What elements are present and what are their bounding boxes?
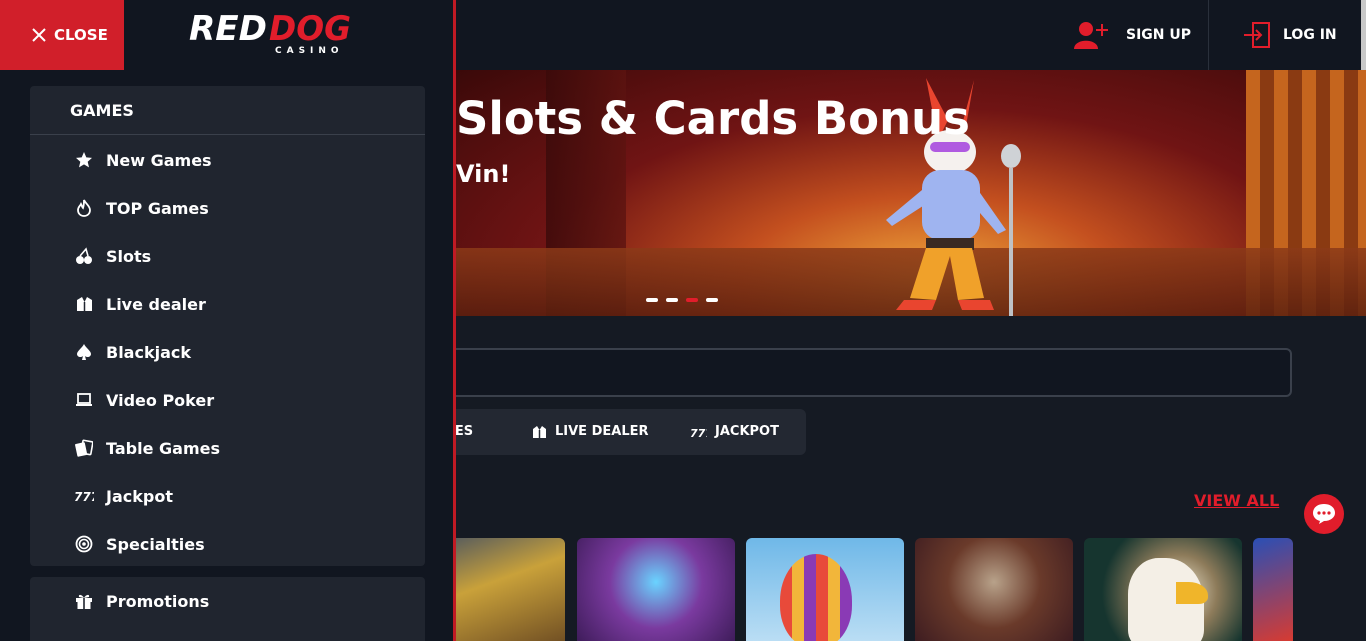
menu-item-table-games[interactable]: Table Games [30, 424, 425, 472]
close-icon [32, 28, 46, 42]
tab-live-dealer[interactable]: LIVE DEALER [532, 424, 649, 439]
target-icon [74, 534, 94, 554]
signup-button[interactable]: SIGN UP [1072, 0, 1191, 70]
spade-icon [74, 342, 94, 362]
laptop-icon [74, 390, 94, 410]
menu-item-blackjack[interactable]: Blackjack [30, 328, 425, 376]
gift-icon [74, 591, 94, 611]
side-drawer-menu: CLOSE RED DOG CASINO GAMES New Games TOP… [0, 0, 456, 641]
menu-item-label: Live dealer [106, 294, 206, 314]
menu-item-label: Slots [106, 246, 152, 266]
game-tile[interactable] [577, 538, 735, 641]
promotions-panel: Promotions [30, 577, 425, 641]
svg-text:DOG: DOG [269, 9, 351, 49]
banner-title: Slots & Cards Bonus [456, 92, 970, 145]
close-label: CLOSE [54, 26, 108, 44]
carousel-dot[interactable] [666, 298, 678, 302]
microphone-stand-illustration [1001, 144, 1021, 316]
eagle-beak [1176, 582, 1208, 604]
login-icon [1244, 22, 1270, 48]
svg-text:CASINO: CASINO [275, 46, 344, 56]
chat-bubble-icon [1313, 504, 1335, 524]
cards-icon [74, 438, 94, 458]
menu-item-promotions[interactable]: Promotions [30, 577, 425, 625]
menu-item-video-poker[interactable]: Video Poker [30, 376, 425, 424]
carousel-dots [646, 298, 718, 302]
signup-label: SIGN UP [1126, 27, 1192, 43]
tab-jackpot-label: JACKPOT [715, 424, 779, 439]
menu-item-label: TOP Games [106, 198, 209, 218]
view-all-link[interactable]: VIEW ALL [1194, 491, 1279, 510]
close-button[interactable]: CLOSE [0, 0, 124, 70]
carousel-dot[interactable] [646, 298, 658, 302]
menu-item-jackpot[interactable]: 777 Jackpot [30, 472, 425, 520]
dealer-icon [74, 294, 94, 314]
login-label: LOG IN [1283, 27, 1337, 43]
menu-item-label: Specialties [106, 534, 205, 554]
chat-button[interactable] [1304, 494, 1344, 534]
game-tile[interactable] [915, 538, 1073, 641]
svg-text:777: 777 [74, 490, 94, 504]
games-menu-panel: GAMES New Games TOP Games Slots Live dea… [30, 86, 425, 566]
menu-item-specialties[interactable]: Specialties [30, 520, 425, 568]
flame-icon [74, 198, 94, 218]
game-tile[interactable] [746, 538, 904, 641]
menu-item-label: Video Poker [106, 390, 215, 410]
games-heading: GAMES [30, 86, 425, 135]
menu-item-new-games[interactable]: New Games [30, 136, 425, 184]
add-user-icon [1074, 22, 1108, 49]
sevens-icon: 777 [690, 427, 707, 439]
promo-banner[interactable]: Slots & Cards Bonus Vin! [456, 70, 1366, 316]
tab-live-dealer-label: LIVE DEALER [555, 424, 649, 439]
dealer-icon [533, 425, 546, 438]
star-icon [74, 150, 94, 170]
sevens-icon: 777 [74, 486, 94, 506]
menu-item-label: Jackpot [106, 486, 173, 506]
carousel-dot-active[interactable] [686, 298, 698, 302]
login-button[interactable]: LOG IN [1208, 0, 1366, 70]
menu-item-slots[interactable]: Slots [30, 232, 425, 280]
category-tabs: IES LIVE DEALER 777 JACKPOT [440, 409, 806, 455]
game-tile[interactable] [1253, 538, 1293, 641]
banner-subtitle: Vin! [456, 160, 511, 188]
menu-item-label: Table Games [106, 438, 220, 458]
svg-text:777: 777 [690, 427, 707, 439]
hot-air-balloon-illustration [780, 554, 852, 641]
menu-item-label: Blackjack [106, 342, 192, 362]
game-tile[interactable] [1084, 538, 1242, 641]
reddog-casino-logo[interactable]: RED DOG CASINO [189, 8, 353, 56]
menu-item-live-dealer[interactable]: Live dealer [30, 280, 425, 328]
search-input[interactable] [440, 348, 1292, 397]
svg-text:RED: RED [189, 9, 267, 49]
menu-item-label: Promotions [106, 591, 210, 611]
tab-jackpot[interactable]: 777 JACKPOT [690, 424, 779, 439]
cherry-icon [74, 246, 94, 266]
carousel-dot[interactable] [706, 298, 718, 302]
menu-item-top-games[interactable]: TOP Games [30, 184, 425, 232]
menu-item-label: New Games [106, 150, 212, 170]
